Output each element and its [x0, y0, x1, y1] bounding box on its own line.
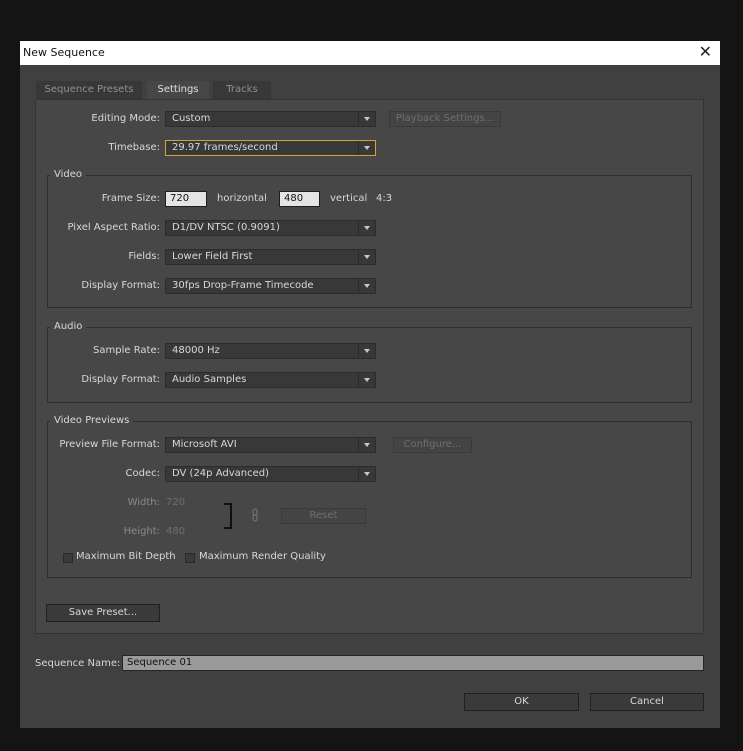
pixel-aspect-ratio-dropdown[interactable]: D1/DV NTSC (0.9091): [165, 220, 376, 236]
chevron-down-icon: [358, 467, 375, 481]
height-label: Height:: [123, 526, 160, 537]
width-label: Width:: [127, 497, 160, 508]
video-legend: Video: [50, 169, 87, 180]
max-bit-depth-checkbox[interactable]: [63, 553, 73, 563]
video-display-format-dropdown[interactable]: 30fps Drop-Frame Timecode: [165, 278, 376, 294]
ok-button[interactable]: OK: [464, 693, 579, 711]
tab-tracks[interactable]: Tracks: [213, 81, 271, 99]
codec-dropdown[interactable]: DV (24p Advanced): [165, 466, 376, 482]
timebase-label: Timebase:: [108, 142, 160, 153]
save-preset-button[interactable]: Save Preset...: [46, 604, 160, 622]
audio-display-format-value: Audio Samples: [172, 374, 247, 385]
tab-settings[interactable]: Settings: [147, 81, 209, 99]
max-bit-depth-label: Maximum Bit Depth: [76, 551, 176, 562]
timebase-value: 29.97 frames/second: [172, 142, 278, 153]
video-display-format-label: Display Format:: [81, 280, 160, 291]
sample-rate-value: 48000 Hz: [172, 345, 220, 356]
audio-display-format-dropdown[interactable]: Audio Samples: [165, 372, 376, 388]
preview-file-format-dropdown[interactable]: Microsoft AVI: [165, 437, 376, 453]
chevron-down-icon: [358, 250, 375, 264]
pixel-aspect-ratio-value: D1/DV NTSC (0.9091): [172, 222, 280, 233]
window-title: New Sequence: [23, 46, 105, 59]
title-bar: New Sequence ✕: [20, 41, 720, 65]
pixel-aspect-ratio-label: Pixel Aspect Ratio:: [67, 222, 161, 233]
playback-settings-button[interactable]: Playback Settings...: [389, 111, 501, 127]
tab-sequence-presets[interactable]: Sequence Presets: [36, 81, 142, 99]
video-display-format-value: 30fps Drop-Frame Timecode: [172, 280, 314, 291]
codec-label: Codec:: [125, 468, 160, 479]
editing-mode-dropdown[interactable]: Custom: [165, 111, 376, 127]
editing-mode-value: Custom: [172, 113, 211, 124]
chevron-down-icon: [358, 221, 375, 235]
max-render-quality-checkbox[interactable]: [185, 553, 195, 563]
chevron-down-icon: [358, 112, 375, 126]
preview-file-format-label: Preview File Format:: [59, 439, 160, 450]
sample-rate-label: Sample Rate:: [93, 345, 160, 356]
chevron-down-icon: [358, 344, 375, 358]
preview-file-format-value: Microsoft AVI: [172, 439, 237, 450]
fields-value: Lower Field First: [172, 251, 253, 262]
frame-size-label: Frame Size:: [101, 193, 160, 204]
link-bracket: [224, 503, 232, 529]
chevron-down-icon: [358, 279, 375, 293]
chain-link-icon[interactable]: [251, 508, 259, 522]
chevron-down-icon: [358, 438, 375, 452]
horizontal-label: horizontal: [217, 193, 267, 204]
chevron-down-icon: [358, 141, 375, 155]
audio-group: [47, 327, 692, 403]
fields-label: Fields:: [128, 251, 160, 262]
fields-dropdown[interactable]: Lower Field First: [165, 249, 376, 265]
video-previews-legend: Video Previews: [50, 415, 134, 426]
timebase-dropdown[interactable]: 29.97 frames/second: [165, 140, 376, 156]
sequence-name-input[interactable]: Sequence 01: [122, 655, 704, 671]
audio-legend: Audio: [50, 321, 87, 332]
max-render-quality-label: Maximum Render Quality: [199, 551, 326, 562]
aspect-ratio-text: 4:3: [376, 193, 393, 204]
vertical-label: vertical: [330, 193, 368, 204]
height-value[interactable]: 480: [166, 526, 185, 537]
sequence-name-label: Sequence Name:: [35, 658, 121, 669]
close-icon[interactable]: ✕: [699, 43, 712, 61]
codec-value: DV (24p Advanced): [172, 468, 269, 479]
sample-rate-dropdown[interactable]: 48000 Hz: [165, 343, 376, 359]
reset-button[interactable]: Reset: [281, 508, 366, 524]
cancel-button[interactable]: Cancel: [590, 693, 704, 711]
audio-display-format-label: Display Format:: [81, 374, 160, 385]
editing-mode-label: Editing Mode:: [91, 113, 160, 124]
frame-height-input[interactable]: 480: [279, 191, 320, 207]
frame-width-input[interactable]: 720: [165, 191, 207, 207]
width-value[interactable]: 720: [166, 497, 185, 508]
configure-button[interactable]: Configure...: [393, 437, 472, 453]
chevron-down-icon: [358, 373, 375, 387]
